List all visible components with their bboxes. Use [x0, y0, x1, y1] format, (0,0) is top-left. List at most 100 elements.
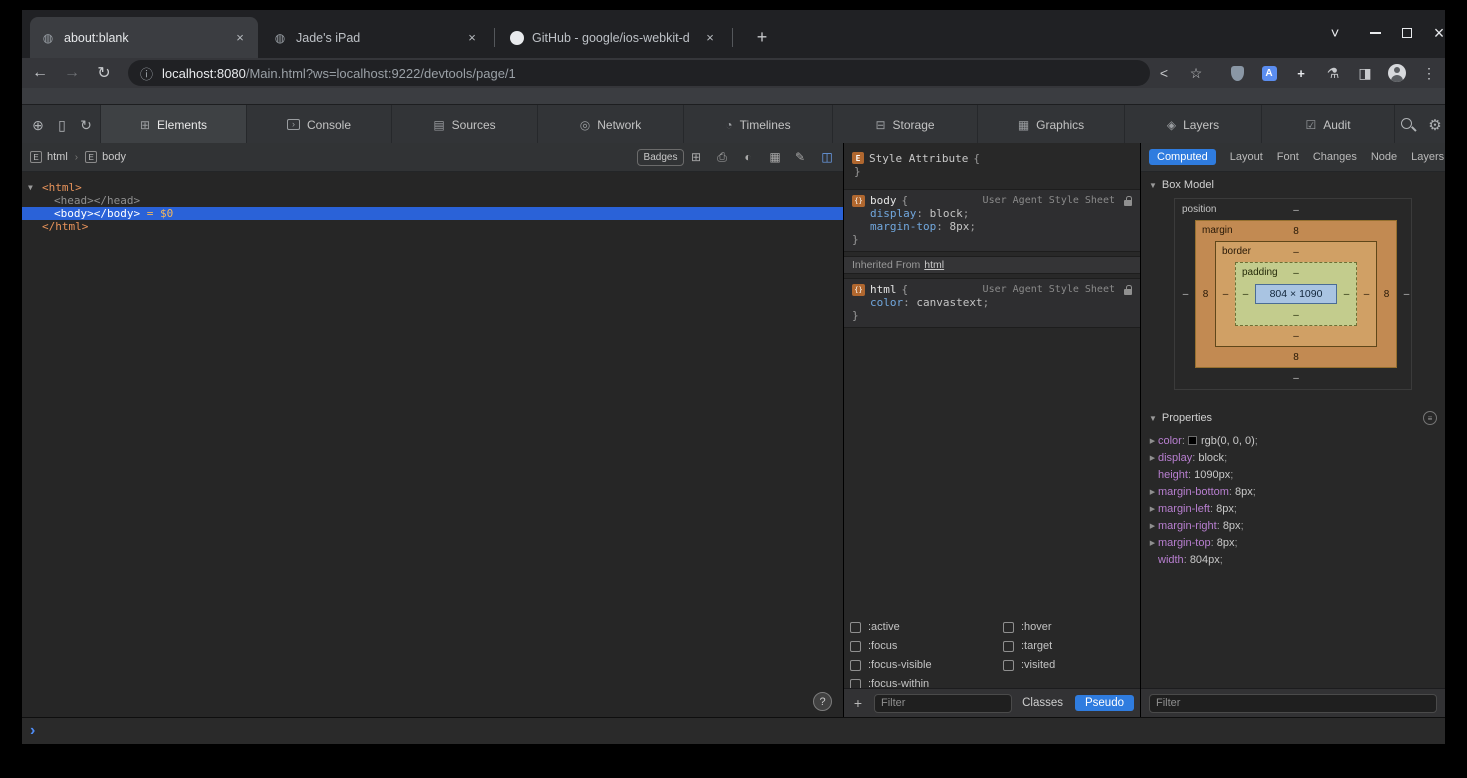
tab-layers[interactable]: ◈Layers [1124, 105, 1261, 144]
address-bar[interactable]: ⓘ localhost:8080/Main.html?ws=localhost:… [128, 60, 1150, 86]
property-row-height[interactable]: height1090px [1147, 466, 1445, 483]
share-icon[interactable]: < [1150, 59, 1178, 87]
search-icon[interactable] [1396, 113, 1420, 137]
property-row-margin-right[interactable]: ▶margin-right8px [1147, 517, 1445, 534]
pseudo-focus-visible[interactable]: :focus-visible [850, 657, 1003, 673]
expand-arrow-icon[interactable]: ▼ [28, 181, 42, 194]
tab-changes[interactable]: Changes [1313, 151, 1357, 163]
gear-icon[interactable]: ⚙ [1423, 113, 1447, 137]
property-row-display[interactable]: ▶displayblock [1147, 449, 1445, 466]
site-info-icon[interactable]: ⓘ [140, 64, 153, 83]
disclosure-triangle-icon[interactable]: ▶ [1147, 454, 1158, 462]
tab-font[interactable]: Font [1277, 151, 1299, 163]
side-panel-icon[interactable]: ◨ [1351, 59, 1379, 87]
tab-node[interactable]: Node [1371, 151, 1397, 163]
checkbox[interactable] [1003, 660, 1014, 671]
appearance-toggle-icon[interactable]: ◐ [738, 147, 758, 167]
disclosure-triangle-icon[interactable]: ▶ [1147, 522, 1158, 530]
inherited-target-link[interactable]: html [924, 259, 944, 271]
styles-filter-input[interactable] [874, 694, 1012, 713]
disclosure-triangle-icon[interactable]: ▶ [1147, 505, 1158, 513]
close-window-button[interactable]: × [1424, 18, 1454, 48]
css-rule-body[interactable]: {} body { User Agent Style Sheet display… [844, 189, 1140, 252]
checkbox[interactable] [850, 622, 861, 633]
help-button[interactable]: ? [813, 692, 832, 711]
breadcrumb-item-html[interactable]: html [47, 151, 68, 163]
pseudo-hover[interactable]: :hover [1003, 619, 1133, 635]
property-row-margin-top[interactable]: ▶margin-top8px [1147, 534, 1445, 551]
computed-filter-input[interactable] [1149, 694, 1437, 713]
checkbox[interactable] [1003, 622, 1014, 633]
device-icon[interactable]: ▯ [50, 113, 74, 137]
tab-close-icon[interactable]: × [702, 30, 718, 46]
disclosure-triangle-icon[interactable]: ▼ [1149, 181, 1157, 190]
flask-extension-icon[interactable]: ⚗ [1319, 59, 1347, 87]
checkbox[interactable] [1003, 641, 1014, 652]
grid-overlay-icon[interactable]: ▦ [765, 147, 785, 167]
tab-close-icon[interactable]: × [232, 30, 248, 46]
pseudo-focus[interactable]: :focus [850, 638, 1003, 654]
checkbox[interactable] [850, 641, 861, 652]
classes-button[interactable]: Classes [1022, 697, 1063, 709]
browser-tab-about-blank[interactable]: ◍ about:blank × [30, 17, 258, 58]
browser-menu-kebab-icon[interactable]: ⋮ [1415, 59, 1443, 87]
tab-timelines[interactable]: ◔Timelines [683, 105, 832, 144]
tab-storage[interactable]: ⊟Storage [832, 105, 977, 144]
disclosure-triangle-icon[interactable]: ▶ [1147, 437, 1158, 445]
disclosure-triangle-icon[interactable]: ▶ [1147, 488, 1158, 496]
property-row-width[interactable]: width804px [1147, 551, 1445, 568]
tab-layers[interactable]: Layers [1411, 151, 1444, 163]
pseudo-active[interactable]: :active [850, 619, 1003, 635]
console-prompt-bar[interactable]: › [22, 717, 1445, 744]
browser-tab-github[interactable]: GitHub - google/ios-webkit-d × [500, 17, 728, 58]
properties-section-header[interactable]: ▼ Properties ≡ [1141, 404, 1445, 430]
tab-graphics[interactable]: ▦Graphics [977, 105, 1124, 144]
css-rule-html[interactable]: {} html { User Agent Style Sheet colorca… [844, 278, 1140, 328]
translate-extension-icon[interactable]: A [1255, 59, 1283, 87]
profile-avatar[interactable] [1383, 59, 1411, 87]
dom-node-head[interactable]: <head></head> [22, 194, 843, 207]
badges-button[interactable]: Badges [637, 149, 684, 166]
bookmark-star-icon[interactable]: ☆ [1182, 59, 1210, 87]
tab-sources[interactable]: ▤Sources [391, 105, 537, 144]
properties-filter-menu-icon[interactable]: ≡ [1423, 411, 1437, 425]
tab-elements[interactable]: ⊞Elements [100, 105, 246, 144]
box-model-section-header[interactable]: ▼ Box Model [1141, 172, 1445, 196]
property-row-margin-left[interactable]: ▶margin-left8px [1147, 500, 1445, 517]
disclosure-triangle-icon[interactable]: ▼ [1149, 414, 1157, 423]
maximize-button[interactable] [1392, 18, 1422, 48]
minimize-button[interactable] [1360, 18, 1390, 48]
property-row-color[interactable]: ▶colorrgb(0, 0, 0) [1147, 432, 1445, 449]
new-tab-button[interactable]: + [748, 23, 776, 51]
disclosure-triangle-icon[interactable]: ▶ [1147, 539, 1158, 547]
reload-button[interactable]: ↻ [90, 59, 118, 87]
breadcrumb-item-body[interactable]: body [102, 151, 126, 163]
pseudo-button[interactable]: Pseudo [1075, 695, 1134, 711]
grid-table-icon[interactable]: ⊞ [686, 147, 706, 167]
details-sidebar-toggle-icon[interactable]: ◫ [817, 147, 837, 167]
inspect-element-icon[interactable]: ⊕ [26, 113, 50, 137]
back-button[interactable]: ← [26, 59, 54, 87]
tab-search-chevron-icon[interactable]: ˅ [1320, 18, 1350, 48]
pseudo-target[interactable]: :target [1003, 638, 1133, 654]
tab-computed[interactable]: Computed [1149, 149, 1216, 165]
extensions-puzzle-icon[interactable]: + [1287, 59, 1315, 87]
dom-node-body-selected[interactable]: <body></body> = $0 [22, 207, 843, 220]
browser-tab-jades-ipad[interactable]: ◍ Jade's iPad × [262, 17, 490, 58]
tab-console[interactable]: ›Console [246, 105, 391, 144]
checkbox[interactable] [850, 660, 861, 671]
tab-audit[interactable]: ☑Audit [1261, 105, 1395, 144]
forward-button[interactable]: → [58, 59, 86, 87]
devtools-reload-icon[interactable]: ↻ [74, 113, 98, 137]
shield-extension-icon[interactable] [1223, 59, 1251, 87]
tab-network[interactable]: ◎Network [537, 105, 683, 144]
dom-node-html-close[interactable]: </html> [22, 220, 843, 233]
tab-layout[interactable]: Layout [1230, 151, 1263, 163]
pseudo-visited[interactable]: :visited [1003, 657, 1133, 673]
dom-node-html-open[interactable]: ▼<html> [22, 181, 843, 194]
print-styles-icon[interactable]: ⎙ [712, 147, 732, 167]
add-rule-button[interactable]: + [850, 695, 866, 711]
edit-pencil-icon[interactable]: ✎ [790, 147, 810, 167]
tab-close-icon[interactable]: × [464, 30, 480, 46]
property-row-margin-bottom[interactable]: ▶margin-bottom8px [1147, 483, 1445, 500]
